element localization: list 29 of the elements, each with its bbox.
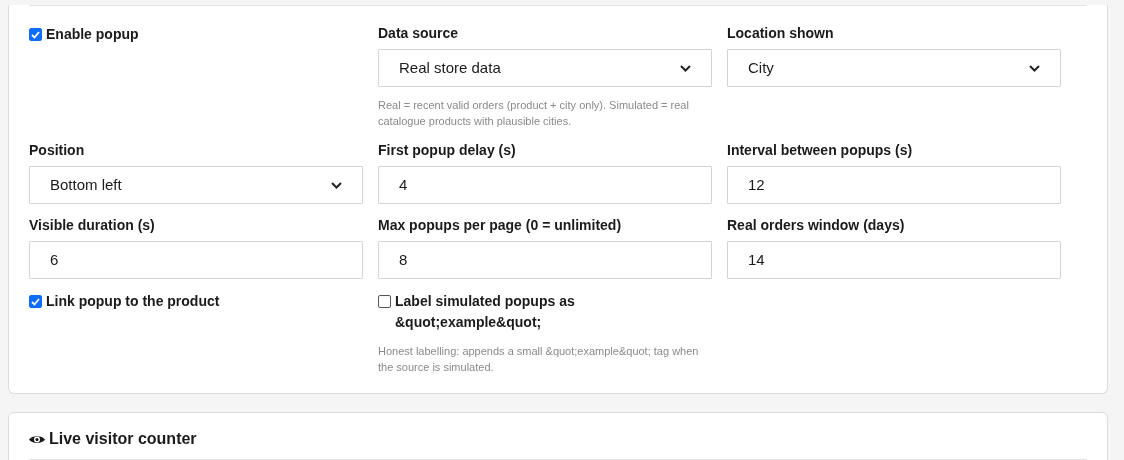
input-field[interactable]: 14 <box>727 241 1061 279</box>
eye-icon <box>29 433 45 445</box>
field-label: Real orders window (days) <box>727 216 906 234</box>
checkbox[interactable] <box>378 295 391 308</box>
checkbox-label: Enable popup <box>46 25 139 44</box>
dropdown[interactable]: City <box>727 49 1061 87</box>
field-label: Interval between popups (s) <box>727 141 914 159</box>
dropdown[interactable]: Real store data <box>378 49 712 87</box>
checkbox[interactable] <box>29 295 42 308</box>
help-text: Real = recent valid orders (product + city only). Simulated = real catalogue products with plausible cities. <box>378 98 690 129</box>
input-field[interactable]: 6 <box>29 241 363 279</box>
field-label: Position <box>29 141 86 159</box>
checkbox-label: Link popup to the product <box>46 292 220 311</box>
input-field[interactable]: 12 <box>727 166 1061 204</box>
input-field[interactable]: 4 <box>378 166 712 204</box>
field-label: Max popups per page (0 = unlimited) <box>378 216 623 234</box>
chevron-icon <box>1029 64 1040 72</box>
field-label: Location shown <box>727 24 835 42</box>
chevron-icon <box>331 181 342 189</box>
section-title: Live visitor counter <box>49 429 197 449</box>
checkbox[interactable] <box>29 28 42 41</box>
field-label: Visible duration (s) <box>29 216 156 234</box>
field-label: Data source <box>378 24 460 42</box>
checkbox-label: Label simulated popups as &quot;example&quot; <box>395 292 576 332</box>
input-field[interactable]: 8 <box>378 241 712 279</box>
dropdown[interactable]: Bottom left <box>29 166 363 204</box>
help-text: Honest labelling: appends a small &quot;example&quot; tag when the source is simulated. <box>378 344 700 375</box>
chevron-icon <box>680 64 691 72</box>
field-label: First popup delay (s) <box>378 141 517 159</box>
